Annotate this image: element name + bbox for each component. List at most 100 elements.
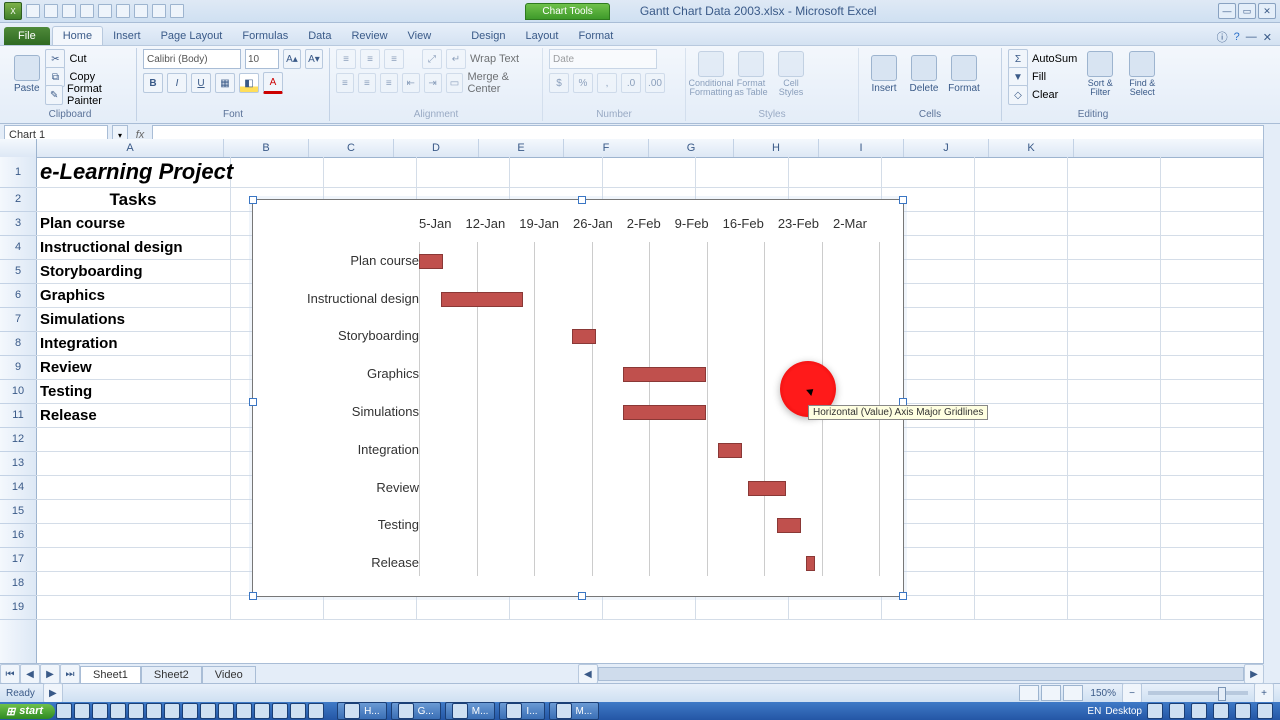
row-header[interactable]: 9 xyxy=(0,356,36,380)
quick-launch-icon[interactable] xyxy=(92,703,108,719)
row-header[interactable]: 15 xyxy=(0,500,36,524)
quick-launch-icon[interactable] xyxy=(56,703,72,719)
tab-design[interactable]: Design xyxy=(461,27,515,45)
hscroll-right[interactable]: ▶ xyxy=(1244,664,1264,684)
tab-nav-first[interactable]: ⏮ xyxy=(0,664,20,684)
taskbar-task[interactable]: I... xyxy=(499,702,544,720)
tray-icon[interactable] xyxy=(1213,703,1229,719)
row-header[interactable]: 13 xyxy=(0,452,36,476)
cell[interactable]: Release xyxy=(36,404,231,427)
sheet-tab-1[interactable]: Sheet1 xyxy=(80,666,141,683)
cell[interactable] xyxy=(417,596,510,619)
cell[interactable] xyxy=(975,188,1068,211)
col-header[interactable]: E xyxy=(479,139,564,157)
quick-launch-icon[interactable] xyxy=(308,703,324,719)
quick-launch-icon[interactable] xyxy=(218,703,234,719)
cell[interactable] xyxy=(1068,212,1161,235)
fill-color-button[interactable]: ◧ xyxy=(239,73,259,93)
vertical-scrollbar[interactable] xyxy=(1263,139,1280,684)
cell[interactable] xyxy=(975,596,1068,619)
cell[interactable] xyxy=(1068,548,1161,571)
cut-icon[interactable]: ✂ xyxy=(45,49,65,69)
delete-cells-button[interactable]: Delete xyxy=(905,50,943,98)
cell-styles-button[interactable]: Cell Styles xyxy=(772,50,810,98)
cell[interactable] xyxy=(975,284,1068,307)
quick-launch-icon[interactable] xyxy=(200,703,216,719)
col-header[interactable]: C xyxy=(309,139,394,157)
font-color-button[interactable]: A xyxy=(263,72,283,94)
tab-nav-last[interactable]: ⏭ xyxy=(60,664,80,684)
view-page-break-button[interactable] xyxy=(1063,685,1083,701)
row-header[interactable]: 11 xyxy=(0,404,36,428)
tray-icon[interactable] xyxy=(1191,703,1207,719)
border-button[interactable]: ▦ xyxy=(215,73,235,93)
grow-font-icon[interactable]: A▴ xyxy=(283,49,301,69)
format-painter-icon[interactable]: ✎ xyxy=(45,85,63,105)
merge-button[interactable]: ▭ xyxy=(446,73,464,93)
tray-lang[interactable]: EN xyxy=(1087,706,1101,717)
row-header[interactable]: 12 xyxy=(0,428,36,452)
row-header[interactable]: 19 xyxy=(0,596,36,620)
tab-formulas[interactable]: Formulas xyxy=(232,27,298,45)
format-painter-label[interactable]: Format Painter xyxy=(67,83,130,107)
cell[interactable]: Instructional design xyxy=(36,236,231,259)
cell[interactable] xyxy=(789,157,882,187)
cell[interactable] xyxy=(36,596,231,619)
col-header[interactable]: B xyxy=(224,139,309,157)
autosum-label[interactable]: AutoSum xyxy=(1032,53,1077,65)
col-header[interactable]: J xyxy=(904,139,989,157)
tab-format[interactable]: Format xyxy=(568,27,623,45)
zoom-in-button[interactable]: + xyxy=(1254,683,1274,703)
gridline[interactable] xyxy=(419,242,420,576)
cell[interactable] xyxy=(975,332,1068,355)
cell[interactable] xyxy=(1068,308,1161,331)
row-header[interactable]: 18 xyxy=(0,572,36,596)
cell[interactable] xyxy=(975,452,1068,475)
align-top-icon[interactable]: ≡ xyxy=(336,49,356,69)
shrink-font-icon[interactable]: A▾ xyxy=(305,49,323,69)
cell[interactable] xyxy=(1068,524,1161,547)
cell[interactable] xyxy=(1068,404,1161,427)
cell[interactable] xyxy=(36,476,231,499)
window-close-icon[interactable]: ✕ xyxy=(1263,31,1272,44)
cell[interactable] xyxy=(975,524,1068,547)
find-select-button[interactable]: Find & Select xyxy=(1123,50,1161,98)
qat-open-icon[interactable] xyxy=(98,4,112,18)
cell[interactable] xyxy=(882,157,975,187)
cell[interactable] xyxy=(696,157,789,187)
cell[interactable] xyxy=(975,476,1068,499)
cell[interactable] xyxy=(1068,188,1161,211)
cell[interactable]: Simulations xyxy=(36,308,231,331)
align-right-icon[interactable]: ≡ xyxy=(380,73,398,93)
qat-sort-icon[interactable] xyxy=(170,4,184,18)
font-name-select[interactable] xyxy=(143,49,241,69)
cell[interactable] xyxy=(36,524,231,547)
cell[interactable] xyxy=(36,548,231,571)
dec-decimal-icon[interactable]: .00 xyxy=(645,73,665,93)
row-header[interactable]: 3 xyxy=(0,212,36,236)
cell[interactable] xyxy=(975,212,1068,235)
sort-filter-button[interactable]: Sort & Filter xyxy=(1081,50,1119,98)
format-as-table-button[interactable]: Format as Table xyxy=(732,50,770,98)
col-header[interactable]: G xyxy=(649,139,734,157)
tab-nav-next[interactable]: ▶ xyxy=(40,664,60,684)
zoom-out-button[interactable]: − xyxy=(1122,683,1142,703)
macro-record-icon[interactable]: ▶ xyxy=(43,683,63,703)
gantt-bar[interactable] xyxy=(777,518,801,533)
hscroll-left[interactable]: ◀ xyxy=(578,664,598,684)
row-header[interactable]: 17 xyxy=(0,548,36,572)
gantt-bar[interactable] xyxy=(748,481,787,496)
close-button[interactable]: ✕ xyxy=(1258,3,1276,19)
sheet-tab-3[interactable]: Video xyxy=(202,666,256,683)
paste-button[interactable]: Paste xyxy=(10,50,43,98)
cell[interactable] xyxy=(510,596,603,619)
taskbar-task[interactable]: H... xyxy=(337,702,387,720)
quick-launch-icon[interactable] xyxy=(74,703,90,719)
qat-redo-icon[interactable] xyxy=(62,4,76,18)
gantt-bar[interactable] xyxy=(718,443,742,458)
taskbar-task[interactable]: G... xyxy=(391,702,441,720)
cell[interactable] xyxy=(975,548,1068,571)
number-format-select[interactable] xyxy=(549,49,657,69)
row-header[interactable]: 14 xyxy=(0,476,36,500)
insert-cells-button[interactable]: Insert xyxy=(865,50,903,98)
